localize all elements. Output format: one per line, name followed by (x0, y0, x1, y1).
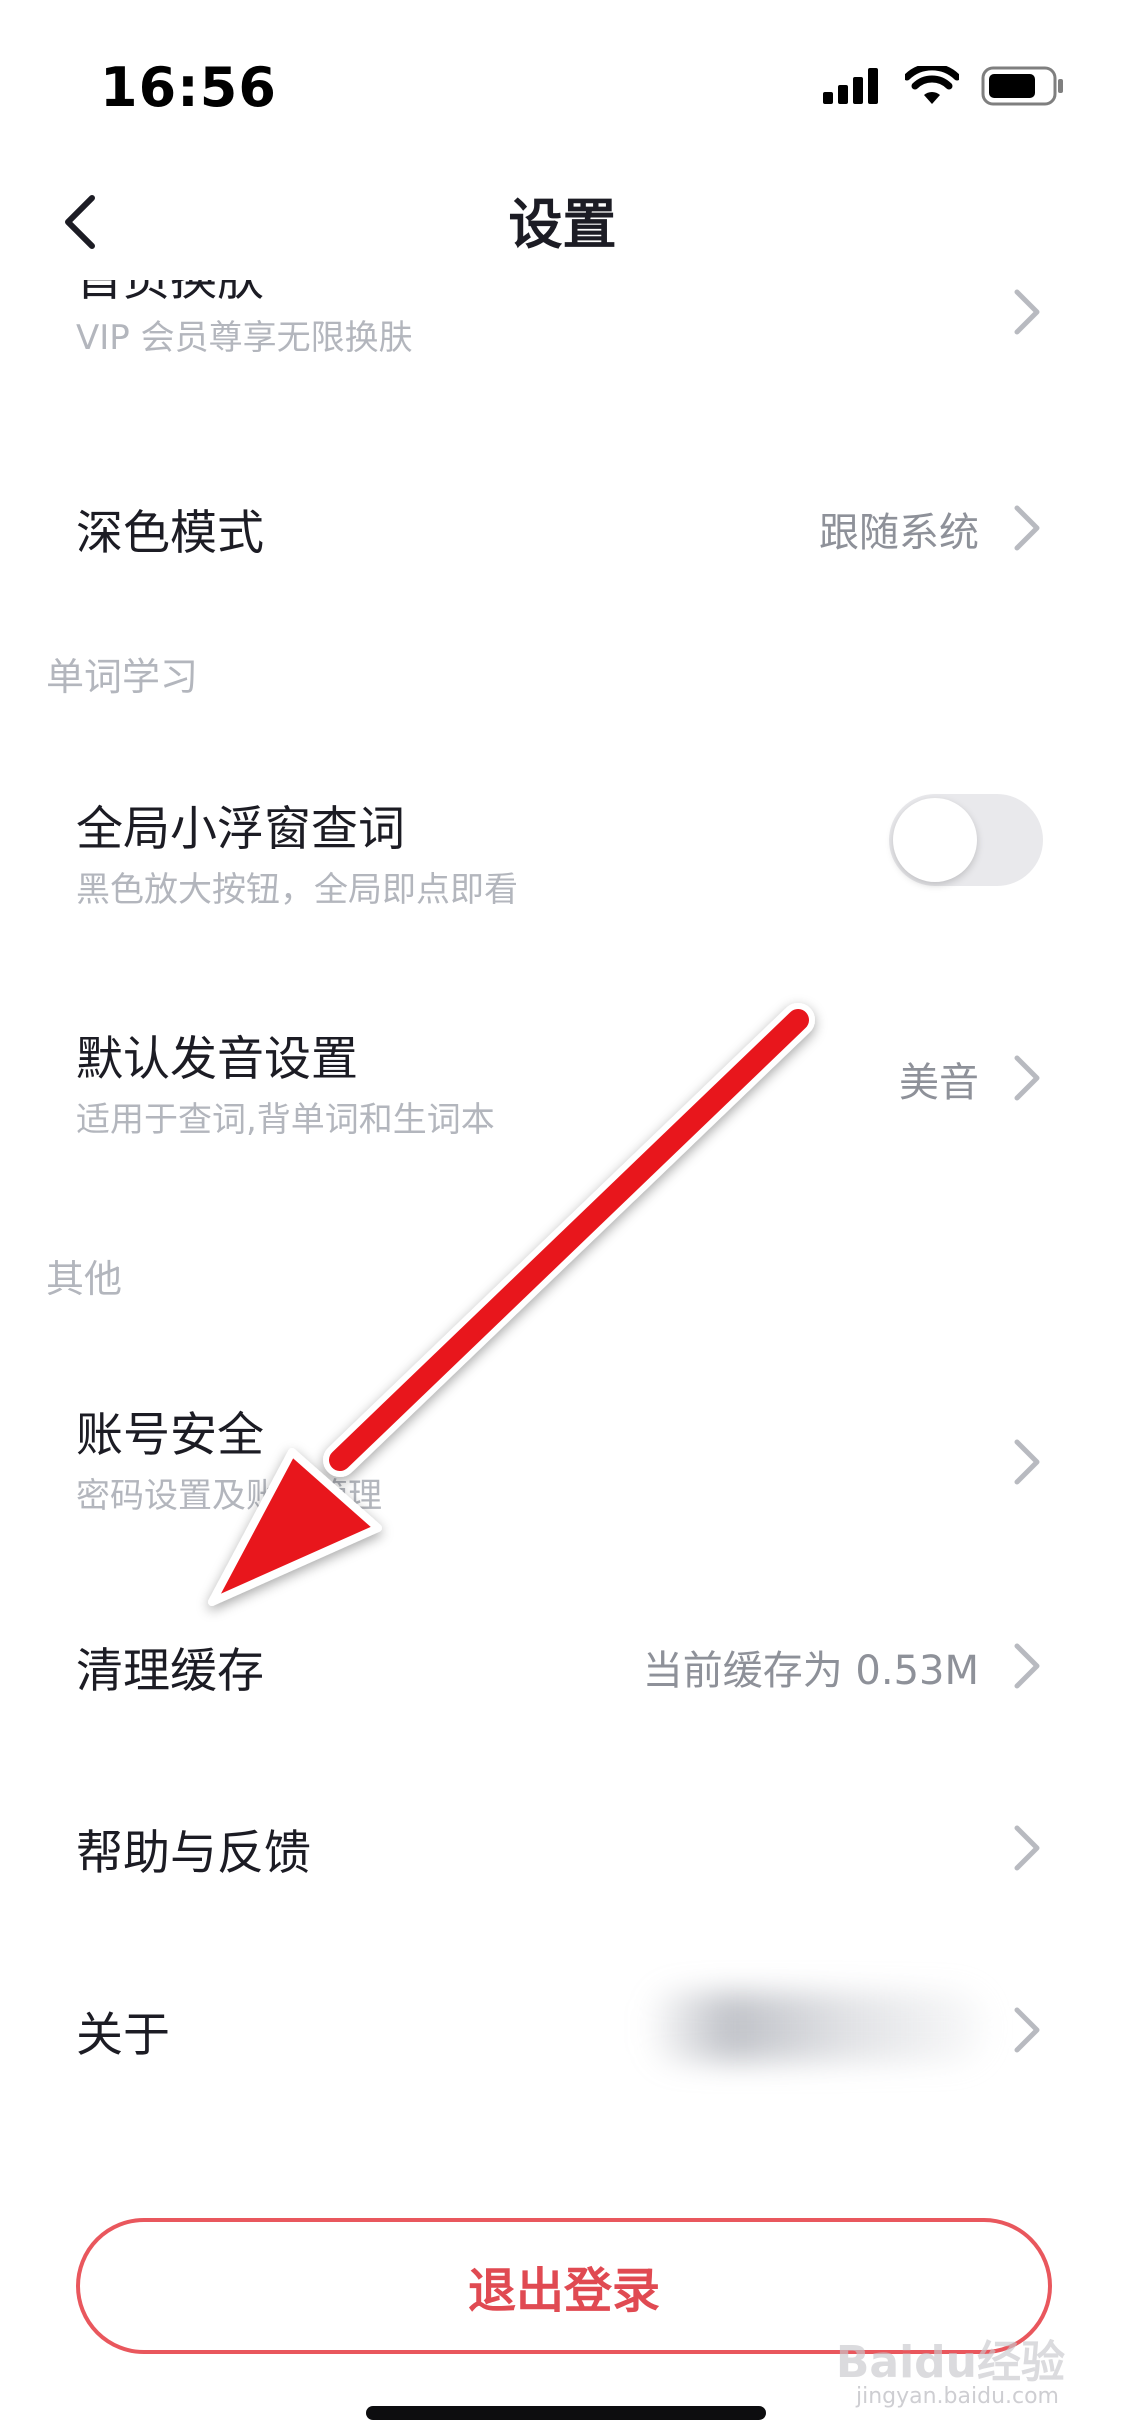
floating-lookup-toggle[interactable] (889, 794, 1043, 886)
row-value-dark-mode: 跟随系统 (819, 510, 979, 556)
section-header-word-learning: 单词学习 (46, 655, 199, 699)
row-title-skin: 首页换肤 (76, 280, 264, 309)
navigation-bar: 设置 (0, 160, 1125, 280)
status-bar: 16:56 (0, 0, 1125, 150)
status-icons (823, 66, 1065, 106)
settings-row-skin[interactable]: 首页换肤 VIP 会员尊享无限换肤 (0, 280, 1125, 380)
settings-row-account[interactable]: 账号安全 密码设置及账号管理 (0, 1396, 1125, 1566)
wifi-icon (905, 66, 959, 104)
row-value-cache: 当前缓存为 0.53M (642, 1648, 979, 1694)
chevron-right-icon (1014, 505, 1040, 551)
row-value-pronunciation: 美音 (899, 1060, 979, 1106)
settings-list[interactable]: 首页换肤 VIP 会员尊享无限换肤 深色模式 跟随系统 单词学习 全局小浮窗查词… (0, 280, 1125, 2180)
home-indicator[interactable] (366, 2406, 766, 2420)
row-title-account: 账号安全 (76, 1408, 264, 1463)
battery-icon (981, 66, 1063, 106)
row-title-dark-mode: 深色模式 (76, 506, 264, 561)
row-title-about: 关于 (76, 2008, 170, 2063)
row-title-cache: 清理缓存 (76, 1644, 264, 1699)
chevron-right-icon (1014, 1825, 1040, 1871)
status-time: 16:56 (100, 56, 277, 119)
chevron-right-icon (1014, 289, 1040, 335)
watermark-url: jingyan.baidu.com (855, 2384, 1059, 2409)
row-subtitle-pronunciation: 适用于查词,背单词和生词本 (76, 1100, 495, 1140)
watermark-brand: Baidu经验 (835, 2337, 1065, 2388)
settings-row-pronunciation[interactable]: 默认发音设置 适用于查词,背单词和生词本 美音 (0, 1020, 1125, 1190)
section-header-other: 其他 (46, 1257, 123, 1301)
row-subtitle-floating-lookup: 黑色放大按钮，全局即点即看 (76, 870, 518, 910)
row-title-help: 帮助与反馈 (76, 1826, 311, 1881)
row-title-floating-lookup: 全局小浮窗查词 (76, 802, 405, 857)
about-version-blurred (645, 1992, 985, 2062)
page-title: 设置 (508, 193, 617, 256)
chevron-right-icon (1014, 1055, 1040, 1101)
chevron-right-icon (1014, 2007, 1040, 2053)
settings-row-help[interactable]: 帮助与反馈 (0, 1780, 1125, 1910)
chevron-right-icon (1014, 1643, 1040, 1689)
settings-row-floating-lookup[interactable]: 全局小浮窗查词 黑色放大按钮，全局即点即看 (0, 790, 1125, 960)
signal-icon (823, 68, 878, 104)
row-subtitle-account: 密码设置及账号管理 (76, 1476, 382, 1516)
row-subtitle-skin: VIP 会员尊享无限换肤 (76, 318, 413, 358)
toggle-knob (893, 798, 977, 882)
settings-row-about[interactable]: 关于 (0, 1962, 1125, 2092)
settings-row-clear-cache[interactable]: 清理缓存 当前缓存为 0.53M (0, 1598, 1125, 1728)
settings-row-dark-mode[interactable]: 深色模式 跟随系统 (0, 466, 1125, 596)
row-title-pronunciation: 默认发音设置 (76, 1032, 358, 1087)
chevron-right-icon (1014, 1439, 1040, 1485)
